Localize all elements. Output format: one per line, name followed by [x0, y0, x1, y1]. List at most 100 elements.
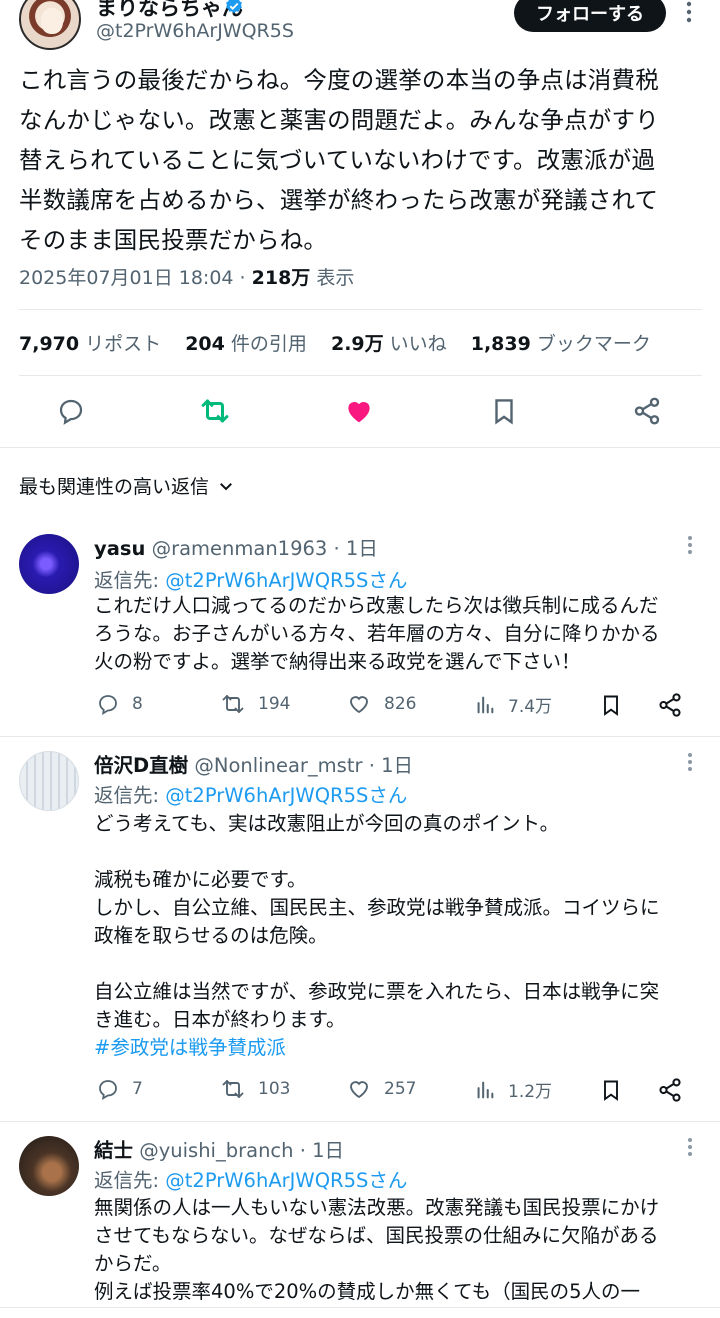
reply-to-handle[interactable]: @t2PrW6hArJWQR5Sさん — [165, 569, 407, 592]
tweet-line: これ言うの最後だからね。今度の選挙の本当の争点は消費税 — [19, 66, 659, 94]
tweet-text: これ言うの最後だからね。今度の選挙の本当の争点は消費税 なんかじゃない。改憲と薬… — [19, 60, 709, 260]
reply-line: これだけ人口減ってるのだから改憲したら次は徴兵制に成るんだ — [94, 594, 659, 617]
reply-author-name: 倍沢D直樹 — [94, 754, 189, 777]
reply-line: 火の粉ですよ。選挙で納得出来る政党を選んで下さい！ — [94, 650, 581, 673]
reply-to-label: 返信先: — [94, 784, 166, 807]
reply-time: · 1日 — [327, 537, 378, 560]
reply-author[interactable]: 倍沢D直樹 @Nonlinear_mstr · 1日 — [94, 749, 413, 778]
divider — [19, 309, 702, 310]
share-icon[interactable] — [657, 1077, 683, 1103]
reply-item[interactable]: 倍沢D直樹 @Nonlinear_mstr · 1日 返信先: @t2PrW6h… — [0, 743, 720, 1121]
reply-text: これだけ人口減ってるのだから改憲したら次は徴兵制に成るんだ ろうな。お子さんがい… — [94, 592, 714, 676]
reply-line: 減税も確かに必要です。 — [94, 868, 307, 891]
reply-line: 政権を取らせるのは危険。 — [94, 924, 328, 947]
reply-line: 自公立維は当然ですが、参政党に票を入れたら、日本は戦争に突 — [94, 980, 660, 1003]
reply-like-button[interactable]: 826 — [346, 692, 416, 716]
tweet-timestamp[interactable]: 2025年07月01日 18:04 — [19, 267, 234, 289]
reply-author-name: yasu — [94, 537, 146, 560]
reply-line: き進む。日本が終わります。 — [94, 1008, 346, 1031]
author-display-name[interactable]: まりならちゃん — [96, 0, 243, 22]
chevron-down-icon — [220, 482, 232, 490]
reply-repost-button[interactable]: 103 — [220, 1077, 290, 1101]
reply-count: 7 — [132, 1079, 143, 1099]
quote-stat[interactable]: 204 件の引用 — [185, 333, 307, 355]
more-icon[interactable] — [680, 534, 700, 560]
reply-text: どう考えても、実は改憲阻止が今回の真のポイント。 減税も確かに必要です。 しかし… — [94, 810, 714, 1062]
view-label: 表示 — [310, 267, 355, 289]
bookmark-label: ブックマーク — [530, 333, 651, 355]
reply-item[interactable]: 結士 @yuishi_branch · 1日 返信先: @t2PrW6hArJW… — [0, 1128, 720, 1310]
quote-label: 件の引用 — [224, 333, 307, 355]
reply-views-button[interactable]: 1.2万 — [474, 1077, 552, 1102]
reply-to-label: 返信先: — [94, 1169, 166, 1192]
repost-count: 103 — [258, 1079, 291, 1099]
reply-icon[interactable] — [56, 396, 86, 426]
reply-line: ろうな。お子さんがいる方々、若年層の方々、自分に降りかかる — [94, 622, 660, 645]
views-icon — [477, 696, 494, 713]
repost-count: 7,970 — [19, 333, 80, 355]
bookmark-icon[interactable] — [599, 692, 623, 718]
reply-like-button[interactable]: 257 — [346, 1077, 416, 1101]
reply-to: 返信先: @t2PrW6hArJWQR5Sさん — [94, 564, 407, 593]
reply-text: 無関係の人は一人もいない憲法改悪。改憲発議も国民投票にかけ させてもならない。な… — [94, 1194, 714, 1306]
reply-line: からだ。 — [94, 1252, 172, 1275]
reply-views-button[interactable]: 7.4万 — [474, 692, 552, 717]
repost-count: 194 — [258, 694, 291, 714]
reply-author-handle: @yuishi_branch — [139, 1139, 294, 1162]
reply-author-name: 結士 — [94, 1139, 134, 1162]
meta-separator: · — [233, 267, 252, 289]
view-count: 218万 — [251, 267, 311, 289]
repost-icon — [222, 1080, 244, 1098]
reply-sort-selector[interactable]: 最も関連性の高い返信 — [19, 472, 235, 499]
tweet-line: そのまま国民投票だからね。 — [19, 226, 328, 254]
divider — [0, 447, 720, 448]
quote-count: 204 — [185, 333, 225, 355]
tweet-line: 替えられていることに気づいていないわけです。改憲派が過 — [19, 146, 656, 174]
tweet-line: なんかじゃない。改憲と薬害の問題だよ。みんな争点がすり — [19, 106, 659, 134]
hashtag-link[interactable]: #参政党は戦争賛成派 — [94, 1034, 714, 1062]
bookmark-stat[interactable]: 1,839 ブックマーク — [471, 333, 651, 355]
divider — [0, 1121, 720, 1122]
more-icon[interactable] — [680, 1136, 700, 1162]
repost-icon — [222, 695, 244, 713]
reply-to-handle[interactable]: @t2PrW6hArJWQR5Sさん — [165, 1169, 407, 1192]
author-avatar[interactable] — [19, 0, 81, 50]
divider — [19, 375, 702, 376]
verified-icon — [226, 0, 242, 14]
like-icon[interactable] — [344, 396, 374, 426]
reply-time: · 1日 — [362, 754, 414, 777]
reply-reply-button[interactable]: 7 — [96, 1077, 143, 1101]
follow-button[interactable]: フォローする — [514, 0, 666, 32]
like-icon — [350, 696, 368, 714]
more-icon[interactable] — [680, 751, 700, 777]
author-handle[interactable]: @t2PrW6hArJWQR5S — [96, 20, 294, 42]
more-icon[interactable] — [679, 0, 699, 28]
share-icon[interactable] — [657, 692, 683, 718]
reply-avatar[interactable] — [19, 751, 79, 811]
share-icon[interactable] — [632, 396, 662, 426]
reply-author-handle: @ramenman1963 — [151, 537, 328, 560]
view-count: 1.2万 — [508, 1082, 553, 1102]
views-icon — [477, 1081, 494, 1098]
like-count: 2.9万 — [330, 333, 384, 355]
reply-icon — [99, 1080, 117, 1101]
bookmark-icon[interactable] — [489, 396, 519, 426]
like-icon — [350, 1081, 368, 1099]
reply-to-handle[interactable]: @t2PrW6hArJWQR5Sさん — [165, 784, 407, 807]
like-label: いいね — [383, 333, 447, 355]
reply-reply-button[interactable]: 8 — [96, 692, 143, 716]
reply-author[interactable]: yasu @ramenman1963 · 1日 — [94, 532, 378, 561]
reply-repost-button[interactable]: 194 — [220, 692, 290, 716]
repost-icon[interactable] — [200, 396, 230, 426]
reply-to: 返信先: @t2PrW6hArJWQR5Sさん — [94, 779, 407, 808]
tweet-meta: 2025年07月01日 18:04 · 218万 表示 — [19, 263, 354, 290]
like-stat[interactable]: 2.9万 いいね — [331, 333, 447, 355]
author-header: まりならちゃん @t2PrW6hArJWQR5S フォローする — [0, 0, 720, 56]
bookmark-icon[interactable] — [599, 1077, 623, 1103]
reply-avatar[interactable] — [19, 1136, 79, 1196]
reply-to: 返信先: @t2PrW6hArJWQR5Sさん — [94, 1164, 407, 1193]
repost-stat[interactable]: 7,970 リポスト — [19, 333, 161, 355]
reply-item[interactable]: yasu @ramenman1963 · 1日 返信先: @t2PrW6hArJ… — [0, 524, 720, 736]
reply-author[interactable]: 結士 @yuishi_branch · 1日 — [94, 1134, 344, 1163]
reply-avatar[interactable] — [19, 534, 79, 594]
